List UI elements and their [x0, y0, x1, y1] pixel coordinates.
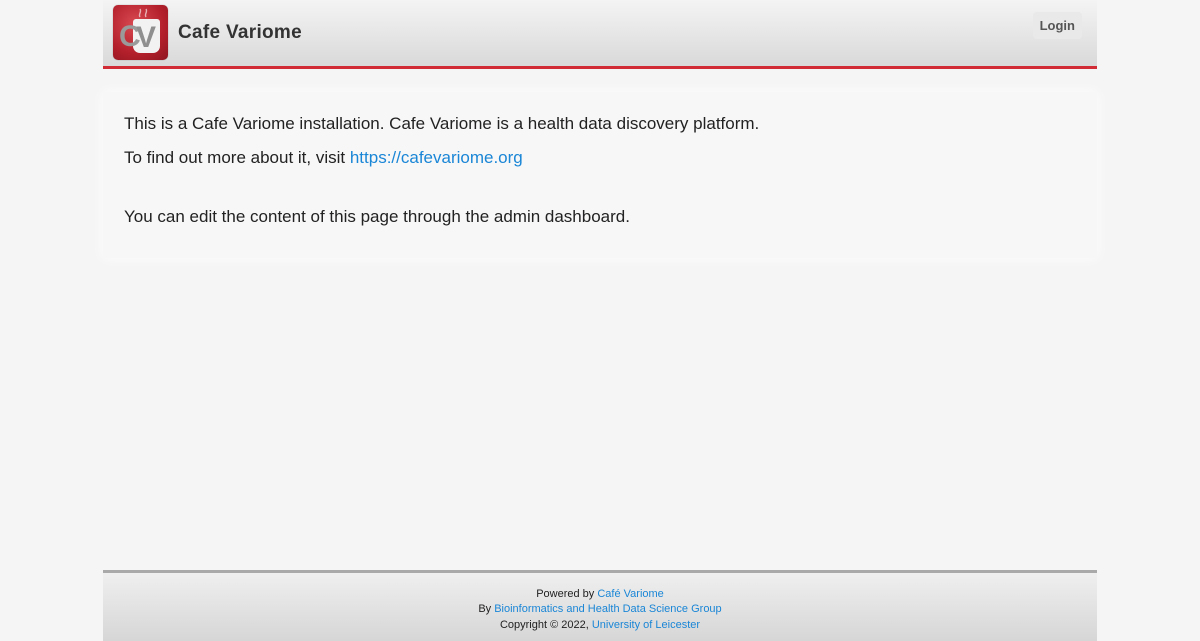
copyright-prefix: Copyright © 2022,: [499, 619, 592, 631]
main-content: This is a Cafe Variome installation. Caf…: [103, 92, 1097, 258]
footer-copyright-line: Copyright © 2022, University of Leiceste…: [103, 619, 1097, 631]
university-link[interactable]: University of Leicester: [592, 619, 700, 631]
intro-text: This is a Cafe Variome installation. Caf…: [124, 114, 760, 133]
cafe-variome-logo-icon[interactable]: C V: [113, 5, 168, 60]
footer-by-line: By Bioinformatics and Health Data Scienc…: [103, 603, 1097, 615]
login-button[interactable]: Login: [1032, 12, 1082, 39]
more-info-text: To find out more about it, visit https:/…: [124, 148, 523, 168]
footer: Powered by Café Variome By Bioinformatic…: [103, 570, 1097, 641]
logo-letter-v: V: [136, 21, 157, 54]
footer-powered-line: Powered by Café Variome: [103, 588, 1097, 600]
more-info-prefix: To find out more about it, visit: [124, 148, 350, 167]
by-prefix: By: [478, 603, 495, 615]
navbar: C V Cafe Variome Login: [103, 0, 1097, 69]
powered-prefix: Powered by: [536, 588, 598, 600]
cafevariome-link[interactable]: https://cafevariome.org: [350, 148, 523, 167]
brand-title[interactable]: Cafe Variome: [178, 22, 302, 44]
group-link[interactable]: Bioinformatics and Health Data Science G…: [494, 603, 721, 615]
page: C V Cafe Variome Login This is a Cafe Va…: [0, 0, 1200, 641]
steam-icon: [138, 8, 148, 18]
edit-note-text: You can edit the content of this page th…: [124, 207, 630, 226]
powered-by-link[interactable]: Café Variome: [597, 588, 663, 600]
